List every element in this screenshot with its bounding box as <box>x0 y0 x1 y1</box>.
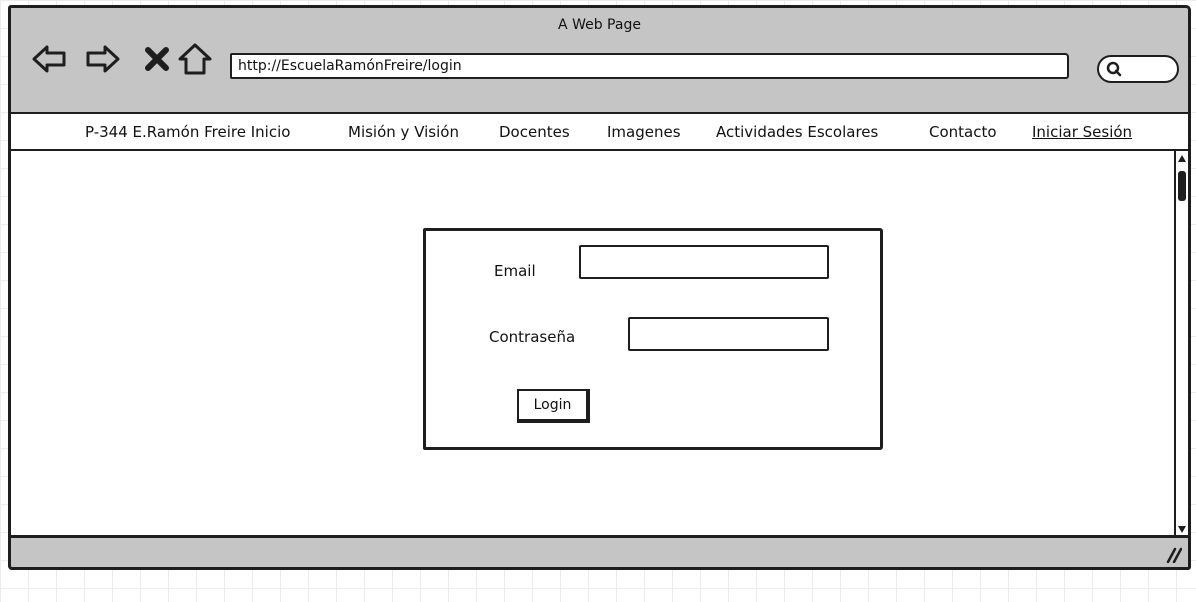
home-button[interactable] <box>177 41 213 77</box>
url-input[interactable]: http://EscuelaRamónFreire/login <box>230 53 1069 79</box>
email-field[interactable] <box>579 245 829 279</box>
browser-window: A Web Page http://EscuelaRamónFreire/log… <box>8 5 1191 570</box>
nav-item-contacto[interactable]: Contacto <box>929 123 997 141</box>
forward-arrow-icon <box>86 45 120 73</box>
scroll-up-icon[interactable] <box>1177 153 1187 165</box>
vertical-scrollbar[interactable] <box>1174 151 1188 537</box>
back-arrow-icon <box>32 45 66 73</box>
site-nav: P-344 E.Ramón Freire Inicio Misión y Vis… <box>11 112 1188 151</box>
nav-item-iniciar-sesion[interactable]: Iniciar Sesión <box>1032 123 1132 141</box>
scroll-down-icon[interactable] <box>1177 523 1187 535</box>
resize-grip-icon[interactable] <box>1164 545 1182 563</box>
page-content: Email Contraseña Login <box>11 151 1174 537</box>
search-icon <box>1106 61 1122 77</box>
status-bar-divider <box>11 535 1188 538</box>
password-label: Contraseña <box>489 328 576 346</box>
stop-icon <box>145 47 169 71</box>
stop-button[interactable] <box>139 41 175 77</box>
login-form: Email Contraseña Login <box>423 228 883 450</box>
forward-button[interactable] <box>85 41 121 77</box>
nav-item-imagenes[interactable]: Imagenes <box>607 123 681 141</box>
nav-item-inicio[interactable]: P-344 E.Ramón Freire Inicio <box>85 123 290 141</box>
window-title: A Web Page <box>558 17 641 33</box>
home-icon <box>178 43 212 75</box>
scroll-thumb[interactable] <box>1178 171 1186 201</box>
email-label: Email <box>494 262 536 280</box>
password-field[interactable] <box>628 317 829 351</box>
search-input[interactable] <box>1097 55 1179 83</box>
nav-item-actividades[interactable]: Actividades Escolares <box>716 123 878 141</box>
login-button[interactable]: Login <box>517 389 590 423</box>
nav-item-docentes[interactable]: Docentes <box>499 123 570 141</box>
back-button[interactable] <box>31 41 67 77</box>
nav-item-mision-vision[interactable]: Misión y Visión <box>348 123 459 141</box>
